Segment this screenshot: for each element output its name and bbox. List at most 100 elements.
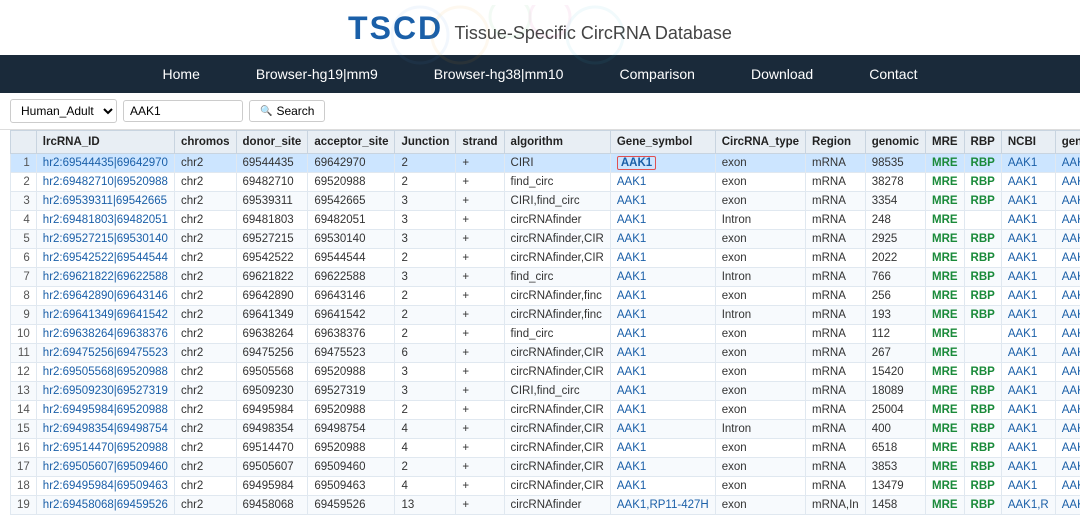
cell-id[interactable]: hr2:69539311|69542665 [36,192,174,211]
cell-id[interactable]: hr2:69621822|69622588 [36,268,174,287]
cell-id[interactable]: hr2:69514470|69520988 [36,439,174,458]
cell-mre[interactable]: MRE [925,287,964,306]
cell-rbp[interactable]: RBP [964,496,1001,515]
cell-mre[interactable]: MRE [925,496,964,515]
cell-id[interactable]: hr2:69505568|69520988 [36,363,174,382]
gene-search-input[interactable] [123,100,243,122]
cell-rbp[interactable]: RBP [964,268,1001,287]
cell-genecards[interactable]: AAK1 [1055,249,1080,268]
cell-mre[interactable]: MRE [925,439,964,458]
cell-gene[interactable]: AAK1 [610,287,715,306]
cell-ncbi[interactable]: AAK1 [1001,458,1055,477]
cell-gene[interactable]: AAK1 [610,249,715,268]
cell-ncbi[interactable]: AAK1 [1001,382,1055,401]
cell-rbp[interactable]: RBP [964,249,1001,268]
cell-gene[interactable]: AAK1 [610,211,715,230]
cell-gene[interactable]: AAK1 [610,420,715,439]
cell-id[interactable]: hr2:69641349|69641542 [36,306,174,325]
cell-gene[interactable]: AAK1 [610,192,715,211]
cell-id[interactable]: hr2:69544435|69642970 [36,154,174,173]
cell-mre[interactable]: MRE [925,192,964,211]
cell-mre[interactable]: MRE [925,344,964,363]
cell-genecards[interactable]: AAK1 [1055,287,1080,306]
cell-genecards[interactable]: AAK1 [1055,268,1080,287]
cell-ncbi[interactable]: AAK1 [1001,439,1055,458]
cell-id[interactable]: hr2:69638264|69638376 [36,325,174,344]
cell-rbp[interactable]: RBP [964,420,1001,439]
cell-genecards[interactable]: AAK1 [1055,363,1080,382]
cell-mre[interactable]: MRE [925,173,964,192]
cell-gene[interactable]: AAK1 [610,306,715,325]
cell-gene[interactable]: AAK1 [610,230,715,249]
cell-gene[interactable]: AAK1 [610,439,715,458]
cell-gene[interactable]: AAK1 [610,401,715,420]
cell-mre[interactable]: MRE [925,154,964,173]
cell-rbp[interactable]: RBP [964,192,1001,211]
cell-mre[interactable]: MRE [925,382,964,401]
cell-mre[interactable]: MRE [925,420,964,439]
search-button[interactable]: Search [249,100,325,122]
cell-genecards[interactable]: AAK1 [1055,344,1080,363]
cell-gene[interactable]: AAK1 [610,382,715,401]
cell-ncbi[interactable]: AAK1 [1001,477,1055,496]
cell-ncbi[interactable]: AAK1,R [1001,496,1055,515]
cell-ncbi[interactable]: AAK1 [1001,211,1055,230]
cell-id[interactable]: hr2:69498354|69498754 [36,420,174,439]
cell-ncbi[interactable]: AAK1 [1001,173,1055,192]
cell-mre[interactable]: MRE [925,363,964,382]
cell-genecards[interactable]: AAK1 [1055,420,1080,439]
cell-mre[interactable]: MRE [925,211,964,230]
cell-gene[interactable]: AAK1 [610,268,715,287]
cell-id[interactable]: hr2:69495984|69520988 [36,401,174,420]
cell-rbp[interactable]: RBP [964,401,1001,420]
cell-id[interactable]: hr2:69527215|69530140 [36,230,174,249]
cell-id[interactable]: hr2:69505607|69509460 [36,458,174,477]
cell-gene[interactable]: AAK1 [610,363,715,382]
cell-mre[interactable]: MRE [925,325,964,344]
cell-gene[interactable]: AAK1 [610,344,715,363]
cell-mre[interactable]: MRE [925,230,964,249]
cell-rbp[interactable]: RBP [964,287,1001,306]
cell-rbp[interactable]: RBP [964,477,1001,496]
cell-genecards[interactable]: AAK1 [1055,382,1080,401]
cell-genecards[interactable]: AAK1 [1055,211,1080,230]
cell-mre[interactable]: MRE [925,306,964,325]
cell-rbp[interactable]: RBP [964,306,1001,325]
cell-genecards[interactable]: AAK1 [1055,154,1080,173]
cell-ncbi[interactable]: AAK1 [1001,306,1055,325]
cell-rbp[interactable]: RBP [964,382,1001,401]
cell-ncbi[interactable]: AAK1 [1001,230,1055,249]
cell-genecards[interactable]: AAK1 [1055,192,1080,211]
cell-ncbi[interactable]: AAK1 [1001,249,1055,268]
cell-genecards[interactable]: AAK1 [1055,325,1080,344]
cell-id[interactable]: hr2:69495984|69509463 [36,477,174,496]
cell-rbp[interactable]: RBP [964,458,1001,477]
cell-rbp[interactable]: RBP [964,154,1001,173]
cell-genecards[interactable]: AAK1 [1055,173,1080,192]
cell-ncbi[interactable]: AAK1 [1001,287,1055,306]
cell-id[interactable]: hr2:69509230|69527319 [36,382,174,401]
cell-gene[interactable]: AAK1 [610,154,715,173]
cell-gene[interactable]: AAK1,RP11-427H [610,496,715,515]
cell-genecards[interactable]: AAK1 [1055,458,1080,477]
cell-genecards[interactable]: AAK1 [1055,401,1080,420]
cell-gene[interactable]: AAK1 [610,173,715,192]
cell-mre[interactable]: MRE [925,249,964,268]
cell-mre[interactable]: MRE [925,268,964,287]
cell-mre[interactable]: MRE [925,401,964,420]
cell-id[interactable]: hr2:69481803|69482051 [36,211,174,230]
cell-mre[interactable]: MRE [925,477,964,496]
cell-gene[interactable]: AAK1 [610,458,715,477]
cell-ncbi[interactable]: AAK1 [1001,363,1055,382]
cell-ncbi[interactable]: AAK1 [1001,268,1055,287]
cell-id[interactable]: hr2:69542522|69544544 [36,249,174,268]
cell-id[interactable]: hr2:69482710|69520988 [36,173,174,192]
cell-gene[interactable]: AAK1 [610,477,715,496]
cell-rbp[interactable]: RBP [964,363,1001,382]
cell-ncbi[interactable]: AAK1 [1001,325,1055,344]
cell-rbp[interactable]: RBP [964,173,1001,192]
cell-gene[interactable]: AAK1 [610,325,715,344]
cell-genecards[interactable]: AAK1 [1055,477,1080,496]
cell-ncbi[interactable]: AAK1 [1001,154,1055,173]
cell-rbp[interactable]: RBP [964,230,1001,249]
